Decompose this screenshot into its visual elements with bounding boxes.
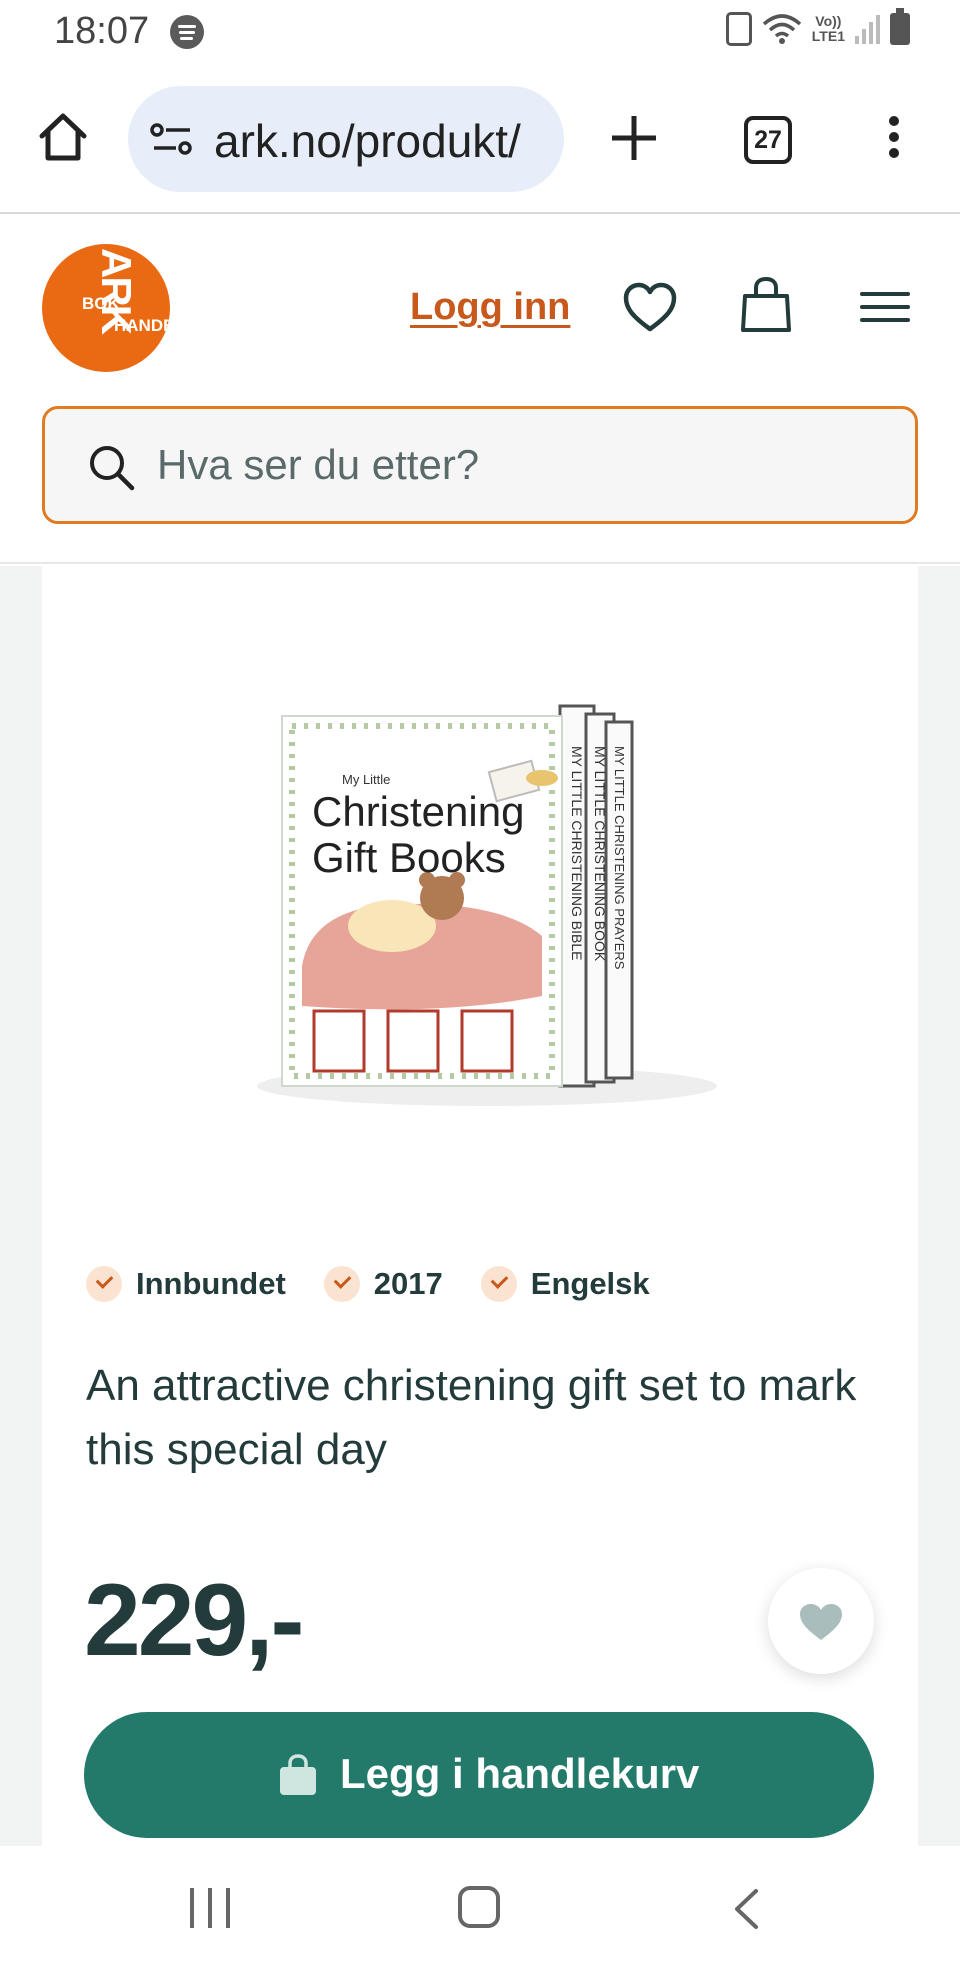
signal-icon — [855, 14, 880, 44]
tabs-button[interactable]: 27 — [744, 116, 792, 164]
spine-title-2: MY LITTLE CHRISTENING BOOK — [592, 746, 608, 962]
search-bar[interactable] — [42, 406, 918, 524]
meta-language: Engelsk — [480, 1266, 650, 1302]
product-tagline: An attractive christening gift set to ma… — [86, 1361, 857, 1474]
address-bar[interactable]: ark.no/produkt/ — [128, 86, 564, 192]
cover-title-small: My Little — [342, 772, 390, 787]
favorite-button[interactable] — [768, 1568, 874, 1674]
wifi-icon — [762, 12, 802, 46]
product-image[interactable]: My Little Christening Gift Books MY LITT… — [242, 666, 732, 1126]
search-input[interactable] — [157, 409, 877, 521]
network-label-top: Vo)) — [815, 13, 842, 29]
add-to-cart-label: Legg i handlekurv — [340, 1750, 700, 1797]
shopping-bag-icon[interactable] — [740, 276, 792, 334]
check-icon — [86, 1266, 122, 1302]
recent-apps-icon[interactable] — [190, 1888, 232, 1930]
browser-toolbar: ark.no/produkt/ 27 — [0, 64, 960, 214]
url-text[interactable]: ark.no/produkt/ — [214, 114, 521, 168]
status-bar: 18:07 Vo)) LTE1 — [0, 0, 960, 64]
meta-year-label: 2017 — [373, 1266, 443, 1301]
product-price: 229,- — [84, 1563, 304, 1677]
site-settings-icon[interactable] — [150, 122, 194, 158]
logo-text-right: HANDEL — [114, 316, 170, 335]
network-type: Vo)) LTE1 — [812, 14, 845, 44]
network-label-bottom: LTE1 — [811, 28, 845, 44]
ark-logo[interactable]: ARK BOK HANDEL — [42, 244, 170, 372]
meta-year: 2017 — [323, 1266, 443, 1302]
system-navigation-bar — [0, 1846, 960, 1973]
heart-icon[interactable] — [622, 282, 678, 334]
home-icon[interactable] — [36, 110, 90, 164]
status-time: 18:07 — [54, 10, 150, 52]
check-icon — [323, 1266, 360, 1302]
home-button-icon[interactable] — [458, 1886, 500, 1928]
spine-title-1: MY LITTLE CHRISTENING BIBLE — [569, 746, 585, 960]
check-icon — [480, 1266, 517, 1302]
more-vert-icon[interactable] — [886, 116, 902, 166]
site-header: ARK BOK HANDEL Logg inn — [0, 216, 960, 564]
spotify-icon — [170, 15, 204, 49]
logo-text-left: BOK — [82, 294, 120, 313]
shopping-bag-icon — [280, 1754, 316, 1795]
back-icon[interactable] — [732, 1888, 760, 1930]
heart-filled-icon — [800, 1604, 842, 1640]
meta-language-label: Engelsk — [530, 1266, 650, 1301]
product-card: My Little Christening Gift Books MY LITT… — [42, 566, 918, 1846]
meta-binding: Innbundet — [86, 1266, 286, 1302]
nfc-icon — [725, 12, 752, 46]
hamburger-menu-icon[interactable] — [860, 292, 910, 322]
login-link[interactable]: Logg inn — [410, 286, 570, 329]
meta-binding-label: Innbundet — [136, 1266, 286, 1301]
add-to-cart-button[interactable]: Legg i handlekurv — [84, 1712, 874, 1838]
spine-title-3: MY LITTLE CHRISTENING PRAYERS — [612, 746, 627, 970]
new-tab-icon[interactable] — [608, 112, 660, 164]
battery-icon — [890, 8, 910, 45]
search-icon — [90, 446, 135, 491]
cover-title-line2: Gift Books — [312, 834, 506, 881]
status-icons: Vo)) LTE1 — [725, 8, 910, 46]
product-meta: Innbundet 2017 Engelsk — [86, 1266, 650, 1302]
cover-title-line1: Christening — [312, 788, 524, 835]
